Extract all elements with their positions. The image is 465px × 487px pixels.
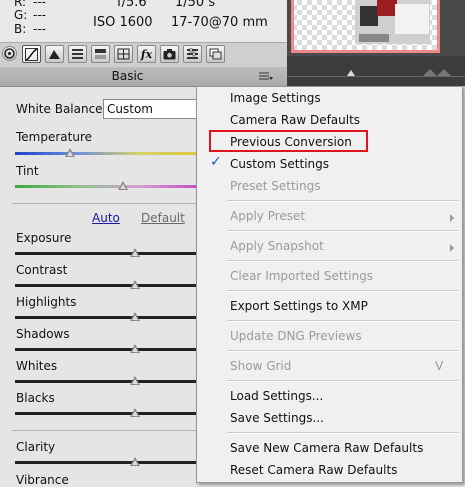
menu-divider [227, 290, 458, 292]
checkmark-icon: ✓ [210, 154, 222, 170]
menu-item-export-settings-to-xmp[interactable]: Export Settings to XMP [230, 299, 368, 313]
whites-slider-thumb[interactable] [130, 376, 140, 385]
lens-readout: 17-70@70 mm [171, 15, 268, 30]
white-balance-label: White Balance: [16, 102, 107, 116]
b-label: B: [14, 22, 27, 36]
tint-label: Tint [16, 164, 39, 178]
histogram-preview [287, 0, 465, 86]
temperature-slider-thumb[interactable] [65, 148, 75, 157]
menu-item-load-settings[interactable]: Load Settings... [230, 389, 323, 403]
menu-item-update-dng-previews: Update DNG Previews [230, 329, 362, 343]
shadows-label: Shadows [16, 327, 70, 341]
clarity-label: Clarity [16, 440, 56, 454]
menu-item-preset-settings: Preset Settings [230, 179, 321, 193]
split-toning-icon[interactable] [91, 45, 110, 63]
menu-divider [227, 380, 458, 382]
camera-calibration-icon[interactable] [160, 45, 179, 63]
submenu-arrow-icon [450, 244, 454, 252]
white-balance-dropdown[interactable]: Custom [103, 99, 203, 119]
clarity-slider-track[interactable] [15, 461, 200, 464]
blacks-slider-track[interactable] [15, 412, 200, 415]
menu-item-camera-raw-defaults[interactable]: Camera Raw Defaults [230, 113, 360, 127]
lens-corrections-icon[interactable] [114, 45, 133, 63]
menu-item-image-settings[interactable]: Image Settings [230, 91, 321, 105]
b-value: --- [33, 22, 46, 36]
basic-panel-header: Basic [0, 67, 287, 87]
clarity-slider-thumb[interactable] [130, 457, 140, 466]
blacks-slider-thumb[interactable] [130, 408, 140, 417]
contrast-slider-track[interactable] [15, 284, 200, 287]
menu-item-apply-snapshot: Apply Snapshot [230, 239, 324, 253]
detail-icon[interactable] [45, 45, 64, 63]
exposure-slider-thumb[interactable] [130, 248, 140, 257]
panel-menu-icon[interactable] [259, 72, 273, 81]
menu-item-apply-preset: Apply Preset [230, 209, 306, 223]
exposure-slider-track[interactable] [15, 252, 200, 255]
aperture-readout: f/5.6 [117, 0, 147, 10]
menu-divider [227, 200, 458, 202]
whites-label: Whites [16, 359, 58, 373]
g-value: --- [33, 8, 46, 22]
settings-flyout-menu: Image Settings Camera Raw Defaults Previ… [196, 86, 463, 483]
vibrance-label: Vibrance [16, 473, 69, 487]
blacks-label: Blacks [16, 391, 55, 405]
preview-thumbnail [287, 0, 465, 86]
hsl-icon[interactable] [68, 45, 87, 63]
effects-icon[interactable]: fx [137, 45, 156, 63]
highlights-slider-track[interactable] [15, 316, 200, 319]
shadows-slider-track[interactable] [15, 348, 200, 351]
menu-divider [227, 432, 458, 434]
exposure-label: Exposure [16, 231, 72, 245]
snapshots-icon[interactable] [206, 45, 225, 63]
contrast-label: Contrast [16, 263, 68, 277]
panel-tabs-toolbar: fx [0, 42, 287, 68]
menu-divider [227, 350, 458, 352]
menu-item-clear-imported-settings: Clear Imported Settings [230, 269, 374, 283]
basic-aperture-icon[interactable] [2, 46, 17, 61]
menu-item-previous-conversion[interactable]: Previous Conversion [230, 135, 352, 149]
tint-slider-thumb[interactable] [118, 181, 128, 190]
auto-link[interactable]: Auto [92, 211, 120, 225]
highlights-slider-thumb[interactable] [130, 312, 140, 321]
temperature-slider-track[interactable] [15, 152, 200, 155]
menu-divider [227, 320, 458, 322]
divider [12, 203, 202, 204]
menu-item-save-settings[interactable]: Save Settings... [230, 411, 324, 425]
submenu-arrow-icon [450, 214, 454, 222]
whites-slider-track[interactable] [15, 380, 200, 383]
shadows-slider-thumb[interactable] [130, 344, 140, 353]
image-info-area: R: --- G: --- B: --- f/5.6 1/50 s ISO 16… [0, 0, 288, 42]
tint-slider-track[interactable] [15, 185, 200, 188]
show-grid-shortcut: V [435, 359, 444, 373]
divider [12, 430, 202, 431]
menu-divider [227, 260, 458, 262]
panel-title: Basic [111, 69, 144, 83]
menu-item-custom-settings[interactable]: Custom Settings [230, 157, 329, 171]
highlights-label: Highlights [16, 295, 77, 309]
menu-item-reset-camera-raw-defaults[interactable]: Reset Camera Raw Defaults [230, 463, 397, 477]
menu-divider [227, 230, 458, 232]
temperature-label: Temperature [16, 130, 93, 144]
g-label: G: [14, 8, 28, 22]
white-balance-value: Custom [107, 102, 153, 116]
menu-item-save-new-camera-raw-defaults[interactable]: Save New Camera Raw Defaults [230, 441, 423, 455]
shutter-readout: 1/50 s [175, 0, 216, 10]
iso-readout: ISO 1600 [93, 15, 153, 30]
tone-curve-icon[interactable] [22, 45, 41, 63]
contrast-slider-thumb[interactable] [130, 280, 140, 289]
default-link[interactable]: Default [141, 211, 185, 225]
presets-icon[interactable] [183, 45, 202, 63]
menu-item-show-grid: Show Grid [230, 359, 292, 373]
